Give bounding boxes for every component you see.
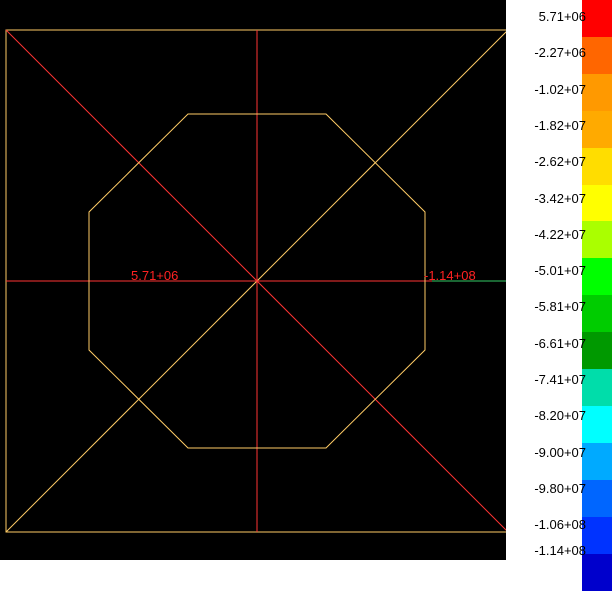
min-value-label: 5.71+06	[131, 268, 178, 283]
contour-legend: 5.71+06 -2.27+06 -1.02+07 -1.82+07 -2.62+07 -…	[506, 0, 612, 591]
contour-plot: 5.71+06 -1.14+08	[5, 29, 509, 533]
legend-swatch	[582, 553, 612, 591]
legend-swatch	[582, 36, 612, 74]
legend-swatch	[582, 110, 612, 148]
legend-swatch	[582, 332, 612, 370]
legend-tick-label: 5.71+06	[538, 9, 586, 24]
legend-swatch	[582, 73, 612, 111]
legend-tick-label: -9.80+07	[534, 480, 586, 496]
legend-tick-label: -9.00+07	[534, 444, 586, 460]
legend-tick-label: -5.81+07	[534, 299, 586, 315]
legend-swatch	[582, 0, 612, 37]
legend-tick-label: -1.02+07	[534, 81, 586, 97]
legend-tick-label: -1.06+08	[534, 517, 586, 533]
plot-viewport[interactable]: 5.71+06 -1.14+08	[0, 0, 512, 560]
legend-tick-label: -2.62+07	[534, 154, 586, 170]
legend-swatch	[582, 516, 612, 554]
legend-tick-label: -2.27+06	[534, 45, 586, 61]
max-value-label: -1.14+08	[424, 268, 476, 283]
legend-swatch	[582, 405, 612, 443]
legend-tick-label: -8.20+07	[534, 408, 586, 424]
legend-tick-label: -6.61+07	[534, 335, 586, 351]
legend-swatch	[582, 442, 612, 480]
legend-tick-label: -5.01+07	[534, 263, 586, 279]
legend-swatch	[582, 184, 612, 222]
legend-swatch	[582, 147, 612, 185]
legend-tick-label: -4.22+07	[534, 226, 586, 242]
legend-tick-label: -1.14+08	[534, 543, 586, 558]
legend-swatch	[582, 258, 612, 296]
legend-tick-label: -3.42+07	[534, 190, 586, 206]
legend-tick-label: -7.41+07	[534, 372, 586, 387]
legend-swatch	[582, 479, 612, 517]
legend-tick-label: -1.82+07	[534, 117, 586, 133]
legend-swatch	[582, 221, 612, 259]
legend-swatch	[582, 295, 612, 333]
legend-swatch	[582, 369, 612, 406]
